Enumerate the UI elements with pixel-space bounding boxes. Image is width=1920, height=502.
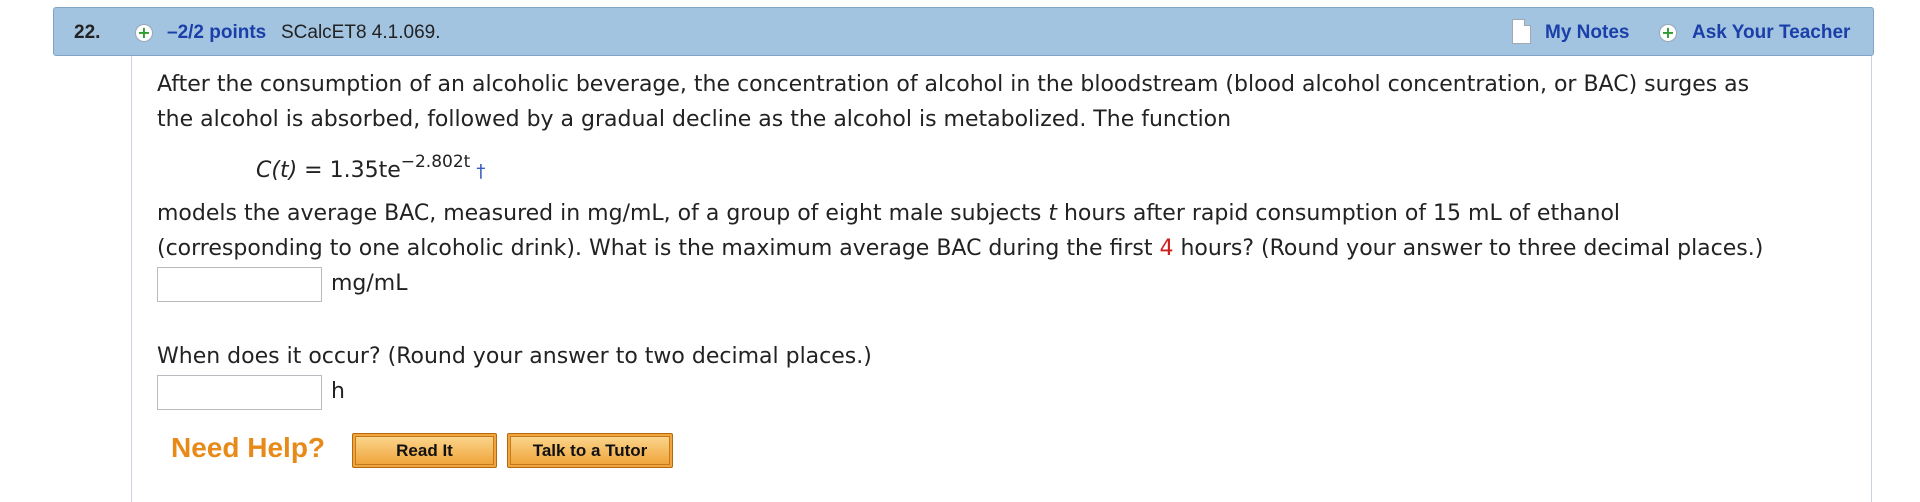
plus-circle-icon[interactable]: + (135, 24, 153, 42)
talk-to-tutor-label: Talk to a Tutor (510, 436, 670, 465)
models-text-part: hours? (Round your answer to three decim… (1173, 236, 1764, 261)
question-header: 22. + –2/2 points SCalcET8 4.1.069. My N… (53, 7, 1874, 56)
question-number: 22. (74, 22, 101, 43)
formula-equals: = (297, 158, 330, 183)
models-text-part: hours after rapid consumption of 15 mL o… (1056, 201, 1621, 226)
max-bac-answer-input[interactable] (157, 267, 322, 302)
need-help-label: Need Help? (171, 432, 326, 463)
variable-t: t (1048, 201, 1057, 226)
question-source: SCalcET8 4.1.069. (281, 22, 441, 43)
models-text-part: (corresponding to one alcoholic drink). … (157, 236, 1160, 261)
read-it-button[interactable]: Read It (352, 433, 497, 468)
hours-number: 4 (1159, 236, 1174, 261)
time-unit: h (331, 379, 345, 404)
note-icon[interactable] (1512, 19, 1531, 44)
intro-text-line-2: the alcohol is absorbed, followed by a g… (157, 107, 1232, 132)
formula-coefficient: 1.35te (329, 158, 401, 183)
formula: C(t) = 1.35te−2.802t † (256, 152, 485, 183)
plus-circle-icon[interactable]: + (1659, 24, 1677, 42)
models-text-line-1: models the average BAC, measured in mg/m… (157, 201, 1620, 226)
question-2-text: When does it occur? (Round your answer t… (157, 344, 872, 369)
models-text-part: models the average BAC, measured in mg/m… (157, 201, 1049, 226)
time-answer-input[interactable] (157, 375, 322, 410)
read-it-label: Read It (355, 436, 494, 465)
formula-exponent: −2.802t (400, 152, 471, 172)
max-bac-unit: mg/mL (331, 271, 408, 296)
formula-lhs: C(t) (256, 158, 298, 183)
my-notes-link[interactable]: My Notes (1545, 22, 1629, 44)
intro-text-line-1: After the consumption of an alcoholic be… (157, 72, 1750, 97)
points-link[interactable]: –2/2 points (167, 22, 266, 44)
talk-to-tutor-button[interactable]: Talk to a Tutor (507, 433, 673, 468)
dagger-footnote-link[interactable]: † (476, 161, 485, 182)
ask-your-teacher-link[interactable]: Ask Your Teacher (1692, 22, 1850, 44)
models-text-line-2: (corresponding to one alcoholic drink). … (157, 236, 1763, 261)
